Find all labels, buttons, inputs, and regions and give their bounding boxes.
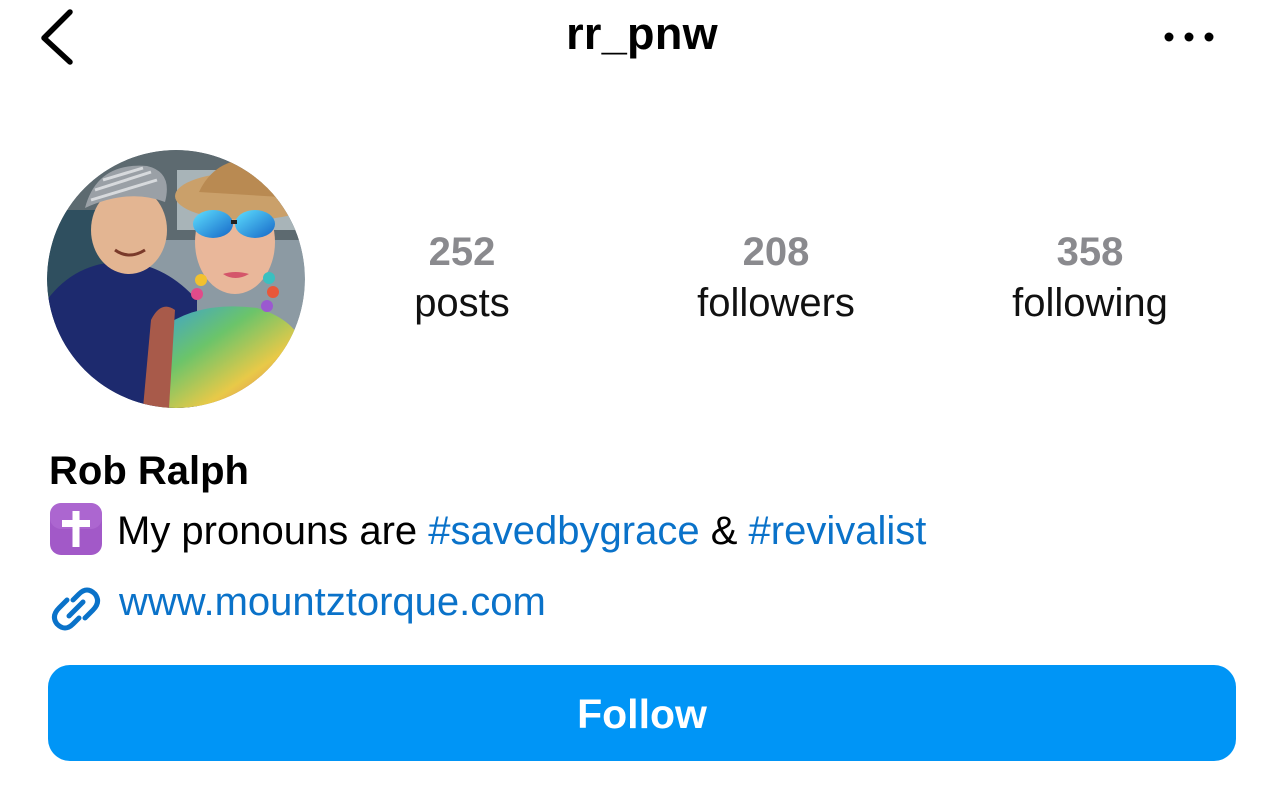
profile-bio: My pronouns are #savedbygrace & #revival… [49, 503, 926, 559]
cross-emoji-icon [49, 502, 103, 556]
more-options-button[interactable] [1156, 20, 1222, 54]
stat-followers[interactable]: 208 followers [646, 228, 906, 330]
page-title: rr_pnw [566, 8, 718, 59]
link-text: www.mountztorque.com [119, 580, 546, 624]
profile-header: rr_pnw [0, 0, 1284, 80]
stat-following[interactable]: 358 following [960, 228, 1220, 330]
profile-link[interactable]: www.mountztorque.com [49, 574, 546, 631]
profile-full-name: Rob Ralph [49, 449, 249, 493]
bio-text: My pronouns are [117, 509, 418, 553]
followers-label: followers [697, 281, 855, 325]
link-icon [49, 582, 103, 636]
stat-posts[interactable]: 252 posts [332, 228, 592, 330]
posts-count: 252 [428, 230, 496, 274]
bio-joiner: & [710, 509, 738, 553]
followers-count: 208 [742, 230, 810, 274]
hashtag-savedbygrace[interactable]: #savedbygrace [428, 509, 699, 553]
profile-avatar[interactable] [47, 150, 305, 408]
profile-photo [47, 150, 305, 408]
following-label: following [1012, 281, 1168, 325]
follow-button[interactable]: Follow [48, 665, 1236, 761]
hashtag-revivalist[interactable]: #revivalist [749, 509, 927, 553]
following-count: 358 [1056, 230, 1124, 274]
posts-label: posts [414, 281, 510, 325]
more-horizontal-icon [1164, 32, 1214, 42]
